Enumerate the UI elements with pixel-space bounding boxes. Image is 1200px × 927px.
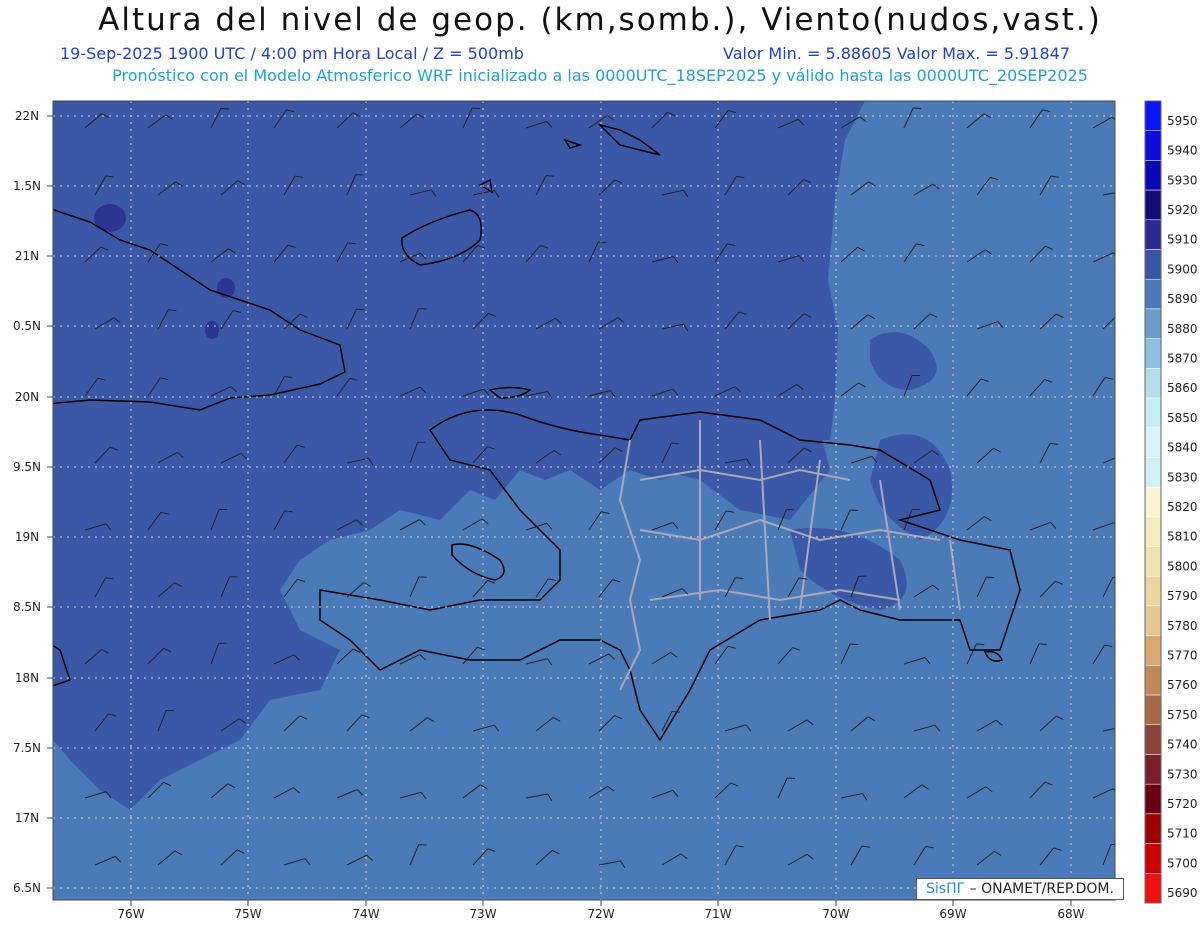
colorbar-label: 5870	[1167, 351, 1198, 365]
colorbar-swatch	[1144, 249, 1162, 280]
lat-label: 17N	[15, 811, 39, 825]
colorbar-swatch	[1144, 368, 1162, 399]
colorbar-swatch	[1144, 130, 1162, 161]
colorbar-swatch	[1144, 813, 1162, 844]
lat-label: 7.5N	[13, 741, 41, 755]
colorbar-label: 5780	[1167, 619, 1198, 633]
lat-label: 9.5N	[13, 460, 41, 474]
lat-label: 8.5N	[13, 600, 41, 614]
longitude-labels: 76W 75W 74W 73W 72W 71W 70W 69W 68W	[117, 900, 1085, 921]
colorbar-label: 5860	[1167, 381, 1198, 395]
colorbar-swatch	[1144, 486, 1162, 518]
lon-label: 68W	[1057, 907, 1084, 921]
colorbar-label: 5890	[1167, 292, 1198, 306]
colorbar-label: 5940	[1167, 144, 1198, 158]
colorbar-swatch	[1144, 397, 1162, 428]
lon-label: 70W	[822, 907, 849, 921]
lon-label: 72W	[587, 907, 614, 921]
colorbar-swatch	[1144, 843, 1162, 874]
colorbar-label: 5710	[1167, 827, 1198, 841]
colorbar-label: 5760	[1167, 678, 1198, 692]
colorbar-swatch	[1144, 457, 1162, 488]
colorbar-swatch	[1144, 100, 1162, 131]
colorbar-label: 5740	[1167, 738, 1198, 752]
colorbar-swatch	[1144, 308, 1162, 339]
colorbar-label: 5920	[1167, 203, 1198, 217]
colorbar-swatch	[1144, 576, 1162, 607]
colorbar-swatch	[1144, 635, 1162, 666]
colorbar-swatch	[1144, 665, 1162, 696]
colorbar-label: 5820	[1167, 500, 1198, 514]
colorbar-swatch	[1144, 338, 1162, 369]
colorbar-swatch	[1144, 516, 1162, 547]
colorbar-label: 5830	[1167, 470, 1198, 484]
colorbar-label: 5730	[1167, 767, 1198, 781]
colorbar-label: 5850	[1167, 411, 1198, 425]
lon-label: 73W	[469, 907, 496, 921]
colorbar-label: 5930	[1167, 173, 1198, 187]
colorbar-swatch	[1144, 219, 1162, 250]
colorbar-swatch	[1144, 546, 1162, 577]
lon-label: 75W	[234, 907, 261, 921]
colorbar-swatch	[1144, 160, 1162, 191]
colorbar-swatch	[1144, 754, 1162, 785]
credit-text: – ONAMET/REP.DOM.	[965, 881, 1114, 897]
colorbar-swatch	[1144, 724, 1162, 755]
colorbar-label: 5910	[1167, 233, 1198, 247]
colorbar-label: 5720	[1167, 797, 1198, 811]
colorbar-label: 5950	[1167, 114, 1198, 128]
colorbar-label: 5690	[1167, 886, 1198, 900]
geopotential-5910-patch	[205, 321, 219, 339]
colorbar-label: 5900	[1167, 262, 1198, 276]
colorbar-label: 5790	[1167, 589, 1198, 603]
colorbar: 5950 5940 5930 5920 5910 5900 5890 5880 5870 5860…	[1144, 100, 1198, 904]
lat-label: 19N	[15, 530, 39, 544]
colorbar-swatch	[1144, 189, 1162, 221]
lat-label: 0.5N	[13, 319, 41, 333]
lon-label: 76W	[117, 907, 144, 921]
lat-label: 21N	[15, 249, 39, 263]
lat-label: 1.5N	[13, 179, 41, 193]
colorbar-swatch	[1144, 427, 1162, 458]
colorbar-swatch	[1144, 783, 1162, 815]
colorbar-swatch	[1144, 694, 1162, 726]
map-figure: 22N 1.5N 21N 0.5N 20N 9.5N 19N 8.5N 18N 7.5N 17N 6.…	[13, 100, 1198, 921]
colorbar-label: 5800	[1167, 559, 1198, 573]
colorbar-swatch	[1144, 278, 1162, 310]
colorbar-label: 5840	[1167, 441, 1198, 455]
colorbar-label: 5770	[1167, 649, 1198, 663]
colorbar-label: 5810	[1167, 530, 1198, 544]
lat-label: 20N	[15, 390, 39, 404]
lat-label: 22N	[15, 109, 39, 123]
sispi-brand: SisПГ	[926, 881, 966, 897]
colorbar-swatch	[1144, 873, 1162, 904]
colorbar-swatch	[1144, 605, 1162, 636]
lat-label: 18N	[15, 671, 39, 685]
lon-label: 69W	[939, 907, 966, 921]
colorbar-label: 5750	[1167, 708, 1198, 722]
lat-label: 6.5N	[13, 881, 41, 895]
credit-box: SisПГ – ONAMET/REP.DOM.	[916, 878, 1124, 900]
colorbar-label: 5700	[1167, 856, 1198, 870]
latitude-labels: 22N 1.5N 21N 0.5N 20N 9.5N 19N 8.5N 18N 7.5N 17N 6.…	[13, 109, 53, 895]
lon-label: 74W	[352, 907, 379, 921]
lon-label: 71W	[704, 907, 731, 921]
colorbar-label: 5880	[1167, 322, 1198, 336]
